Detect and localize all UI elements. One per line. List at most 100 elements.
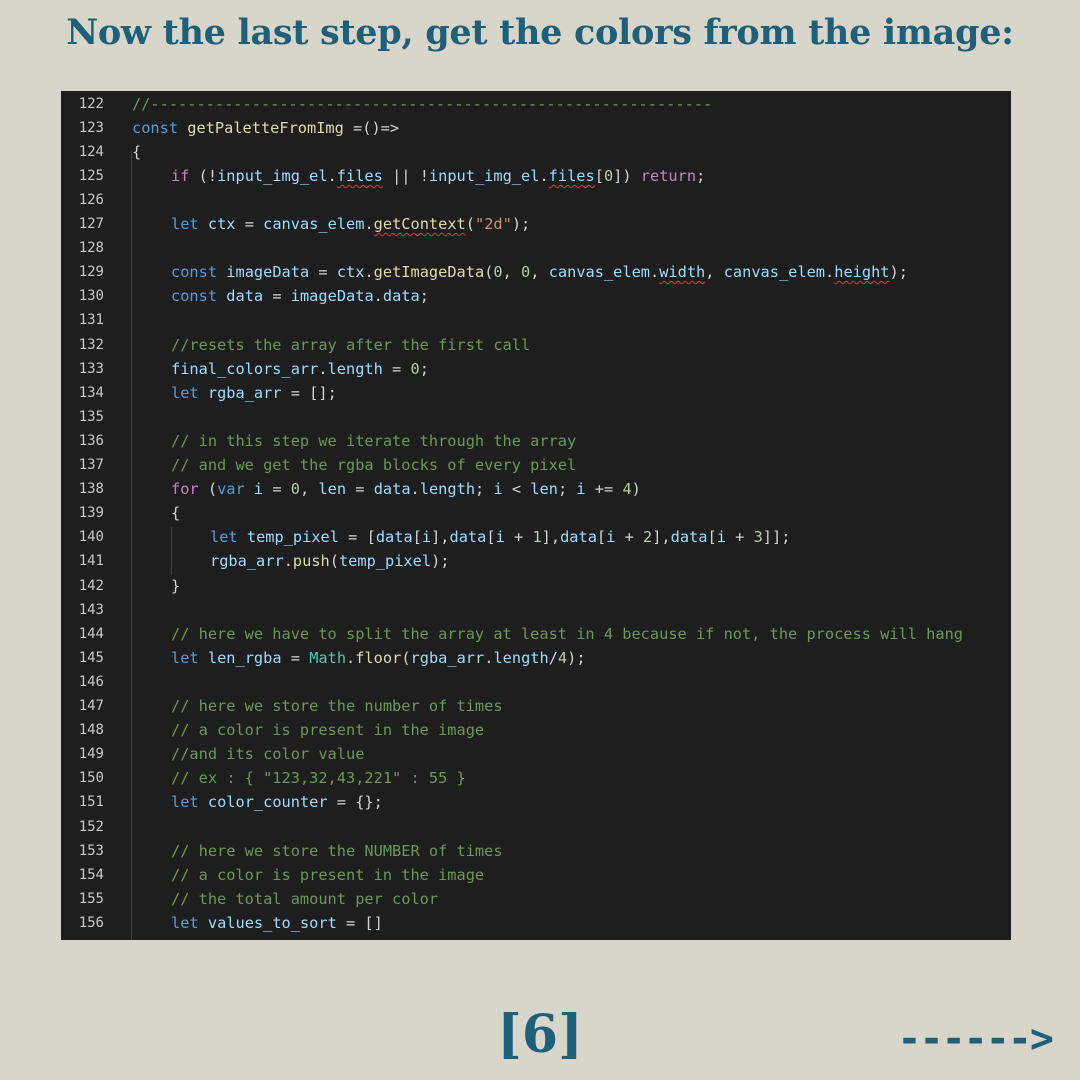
code-token: } xyxy=(171,576,181,595)
code-token: ( xyxy=(465,215,475,233)
code-token: data xyxy=(449,528,487,547)
code-comment: // and we get the rgba blocks of every p… xyxy=(171,456,577,474)
code-token: let xyxy=(171,215,199,233)
code-token: data xyxy=(670,528,708,547)
code-token: = xyxy=(235,215,264,233)
page-title: Now the last step, get the colors from t… xyxy=(66,12,1014,53)
code-token: canvas_elem xyxy=(263,215,365,233)
code-line[interactable]: if (!input_img_el.files || !input_img_el… xyxy=(171,164,705,188)
line-number: 133 xyxy=(78,360,104,377)
code-token: . xyxy=(650,263,660,282)
code-token: data xyxy=(375,528,413,547)
code-token: push xyxy=(292,552,330,571)
line-number: 127 xyxy=(78,216,104,232)
code-line[interactable]: // the total amount per color xyxy=(171,887,438,911)
code-comment: // a color is present in the image xyxy=(171,721,485,740)
code-token: = []; xyxy=(281,383,337,402)
code-token: data xyxy=(373,480,411,499)
code-token: = [ xyxy=(338,528,376,547)
line-number: 150 xyxy=(78,770,104,787)
line-number: 134 xyxy=(78,384,104,401)
code-token: Math xyxy=(309,648,347,667)
next-page-arrow[interactable]: ------> xyxy=(897,1016,1054,1062)
code-token: input_img_el xyxy=(428,166,540,185)
code-token: 4 xyxy=(622,480,632,499)
code-token: getImageData xyxy=(373,263,485,282)
code-token: . xyxy=(364,263,374,282)
line-number: 143 xyxy=(78,601,104,618)
code-line[interactable]: rgba_arr.push(temp_pixel); xyxy=(210,549,450,573)
code-token: data xyxy=(226,287,264,306)
code-token: getContext xyxy=(373,215,466,233)
line-number: 124 xyxy=(78,143,104,160)
code-line[interactable]: // a color is present in the image xyxy=(171,863,484,887)
code-comment: //resets the array after the first call xyxy=(171,335,531,354)
line-number: 155 xyxy=(78,890,104,907)
code-line[interactable]: } xyxy=(171,574,180,598)
code-token: [ xyxy=(412,528,422,547)
code-line[interactable]: { xyxy=(171,501,180,525)
code-token: ; xyxy=(557,480,577,499)
code-line[interactable]: let color_counter = {}; xyxy=(171,790,383,814)
code-line[interactable]: //--------------------------------------… xyxy=(132,92,712,116)
code-line[interactable]: let values_to_sort = [] xyxy=(171,911,383,935)
code-line[interactable]: let temp_pixel = [data[i],data[i + 1],da… xyxy=(210,525,790,549)
code-line[interactable]: //resets the array after the first call xyxy=(171,333,530,357)
code-line[interactable]: // a color is present in the image xyxy=(171,718,484,742)
code-token: files xyxy=(548,166,595,185)
line-number: 136 xyxy=(78,432,104,449)
code-token: values_to_sort xyxy=(207,913,337,932)
code-editor[interactable]: 122 123 124 125 126 127 128 129 130 131 132 133 134 1… xyxy=(61,91,1011,940)
code-token: let xyxy=(171,913,199,932)
code-line[interactable]: // in this step we iterate through the a… xyxy=(171,429,576,453)
code-line[interactable]: for (var i = 0, len = data.length; i < l… xyxy=(171,477,641,501)
code-token: ); xyxy=(567,648,586,667)
code-line[interactable]: //and its color value xyxy=(171,742,364,766)
code-line[interactable]: final_colors_arr.length = 0; xyxy=(171,357,429,381)
line-number: 129 xyxy=(78,264,104,281)
code-token: len_rgba xyxy=(207,648,282,667)
code-token: temp_pixel xyxy=(246,528,339,547)
code-line[interactable]: let ctx = canvas_elem.getContext("2d"); xyxy=(171,212,530,236)
code-token: imageData xyxy=(290,287,374,306)
code-token: . xyxy=(373,287,383,306)
code-token: ; xyxy=(419,287,429,306)
code-line[interactable]: // here we have to split the array at le… xyxy=(171,622,963,646)
code-token: length xyxy=(419,480,476,499)
code-line[interactable]: // ex : { "123,32,43,221" : 55 } xyxy=(171,766,466,790)
code-line[interactable]: // here we store the NUMBER of times xyxy=(171,839,503,863)
code-token: [ xyxy=(596,528,607,547)
code-line[interactable]: // and we get the rgba blocks of every p… xyxy=(171,453,576,477)
line-number: 145 xyxy=(78,649,104,666)
code-token: ], xyxy=(652,528,671,547)
line-number: 135 xyxy=(78,408,104,425)
code-line[interactable]: { xyxy=(132,140,141,164)
line-number: 131 xyxy=(78,312,104,329)
code-token: rgba_arr xyxy=(210,552,284,571)
code-line[interactable]: let rgba_arr = []; xyxy=(171,381,337,405)
code-line[interactable]: const getPaletteFromImg =()=> xyxy=(132,116,399,140)
code-token: imageData xyxy=(226,263,310,282)
code-token: ); xyxy=(431,552,450,571)
code-token: { xyxy=(132,142,142,161)
line-number: 154 xyxy=(78,866,104,883)
code-token: ctx xyxy=(336,263,365,282)
code-token: rgba_arr xyxy=(410,648,485,667)
code-area[interactable]: //--------------------------------------… xyxy=(132,91,1011,940)
code-token: return xyxy=(640,166,697,185)
code-token: 0 xyxy=(410,359,420,378)
code-line[interactable]: let len_rgba = Math.floor(rgba_arr.lengt… xyxy=(171,646,586,670)
code-line[interactable]: // here we store the number of times xyxy=(171,694,503,718)
code-token: const xyxy=(132,118,179,137)
code-token: canvas_elem xyxy=(548,263,650,282)
code-token: let xyxy=(171,793,199,812)
code-line[interactable]: const data = imageData.data; xyxy=(171,284,429,308)
code-line[interactable]: const imageData = ctx.getImageData(0, 0,… xyxy=(171,260,908,284)
